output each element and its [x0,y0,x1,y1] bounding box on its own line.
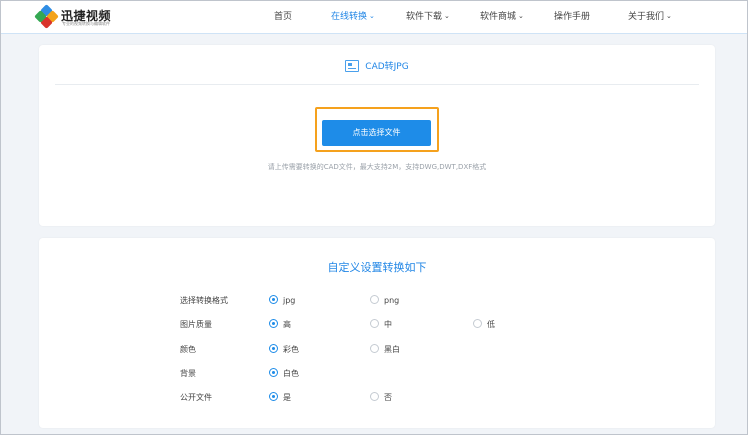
chevron-down-icon: ⌄ [444,12,450,20]
logo-icon [34,4,59,29]
select-file-button[interactable]: 点击选择文件 [322,120,431,146]
radio-unchecked-icon[interactable] [370,344,379,353]
settings-card: 自定义设置转换如下 选择转换格式 jpg png 图片质量 高 中 低 颜色 彩… [39,238,715,428]
nav-software-store[interactable]: 软件商城 ⌄ [480,1,524,34]
radio-option-high[interactable]: 高 [269,318,291,332]
radio-option-jpg[interactable]: jpg [269,294,295,308]
nav-software-download[interactable]: 软件下载 ⌄ [406,1,450,34]
radio-checked-icon[interactable] [269,344,278,353]
nav-online-convert[interactable]: 在线转换 ⌄ [331,1,375,34]
radio-option-medium[interactable]: 中 [370,318,392,332]
radio-option-grayscale[interactable]: 黑白 [370,343,400,357]
setting-label: 公开文件 [180,393,212,402]
radio-option-png[interactable]: png [370,294,399,308]
nav-about[interactable]: 关于我们 ⌄ [628,1,672,34]
setting-row-color: 颜色 彩色 黑白 [39,343,715,357]
chevron-down-icon: ⌄ [369,12,375,20]
radio-option-color[interactable]: 彩色 [269,343,299,357]
nav-home[interactable]: 首页 [274,1,292,34]
radio-checked-icon[interactable] [269,319,278,328]
brand-slogan: 专业的视频转换与编辑软件 [62,21,110,26]
radio-option-white[interactable]: 白色 [269,367,299,381]
divider [55,84,699,85]
chevron-down-icon: ⌄ [518,12,524,20]
nav-manual[interactable]: 操作手册 [554,1,590,34]
radio-unchecked-icon[interactable] [370,319,379,328]
site-logo[interactable]: 迅捷视频 专业的视频转换与编辑软件 [34,4,127,29]
radio-checked-icon[interactable] [269,295,278,304]
setting-row-public: 公开文件 是 否 [39,391,715,405]
top-navbar: 迅捷视频 专业的视频转换与编辑软件 首页 在线转换 ⌄ 软件下载 ⌄ 软件商城 ⌄ 操… [1,1,747,34]
setting-label: 选择转换格式 [180,296,228,305]
image-file-icon [345,59,360,72]
setting-row-background: 背景 白色 [39,367,715,381]
radio-option-yes[interactable]: 是 [269,391,291,405]
radio-option-no[interactable]: 否 [370,391,392,405]
settings-title: 自定义设置转换如下 [327,261,427,274]
setting-row-quality: 图片质量 高 中 低 [39,318,715,332]
radio-unchecked-icon[interactable] [473,319,482,328]
setting-label: 颜色 [180,345,196,354]
radio-checked-icon[interactable] [269,368,278,377]
tool-title: CAD转JPG [39,59,715,73]
radio-option-low[interactable]: 低 [473,318,495,332]
upload-card: CAD转JPG 点击选择文件 请上传需要转换的CAD文件，最大支持2M，支持DW… [39,45,715,226]
setting-row-format: 选择转换格式 jpg png [39,294,715,308]
setting-label: 背景 [180,369,196,378]
radio-unchecked-icon[interactable] [370,392,379,401]
radio-unchecked-icon[interactable] [370,295,379,304]
radio-checked-icon[interactable] [269,392,278,401]
chevron-down-icon: ⌄ [666,12,672,20]
setting-label: 图片质量 [180,320,212,329]
upload-hint: 请上传需要转换的CAD文件，最大支持2M，支持DWG,DWT,DXF格式 [267,163,487,171]
